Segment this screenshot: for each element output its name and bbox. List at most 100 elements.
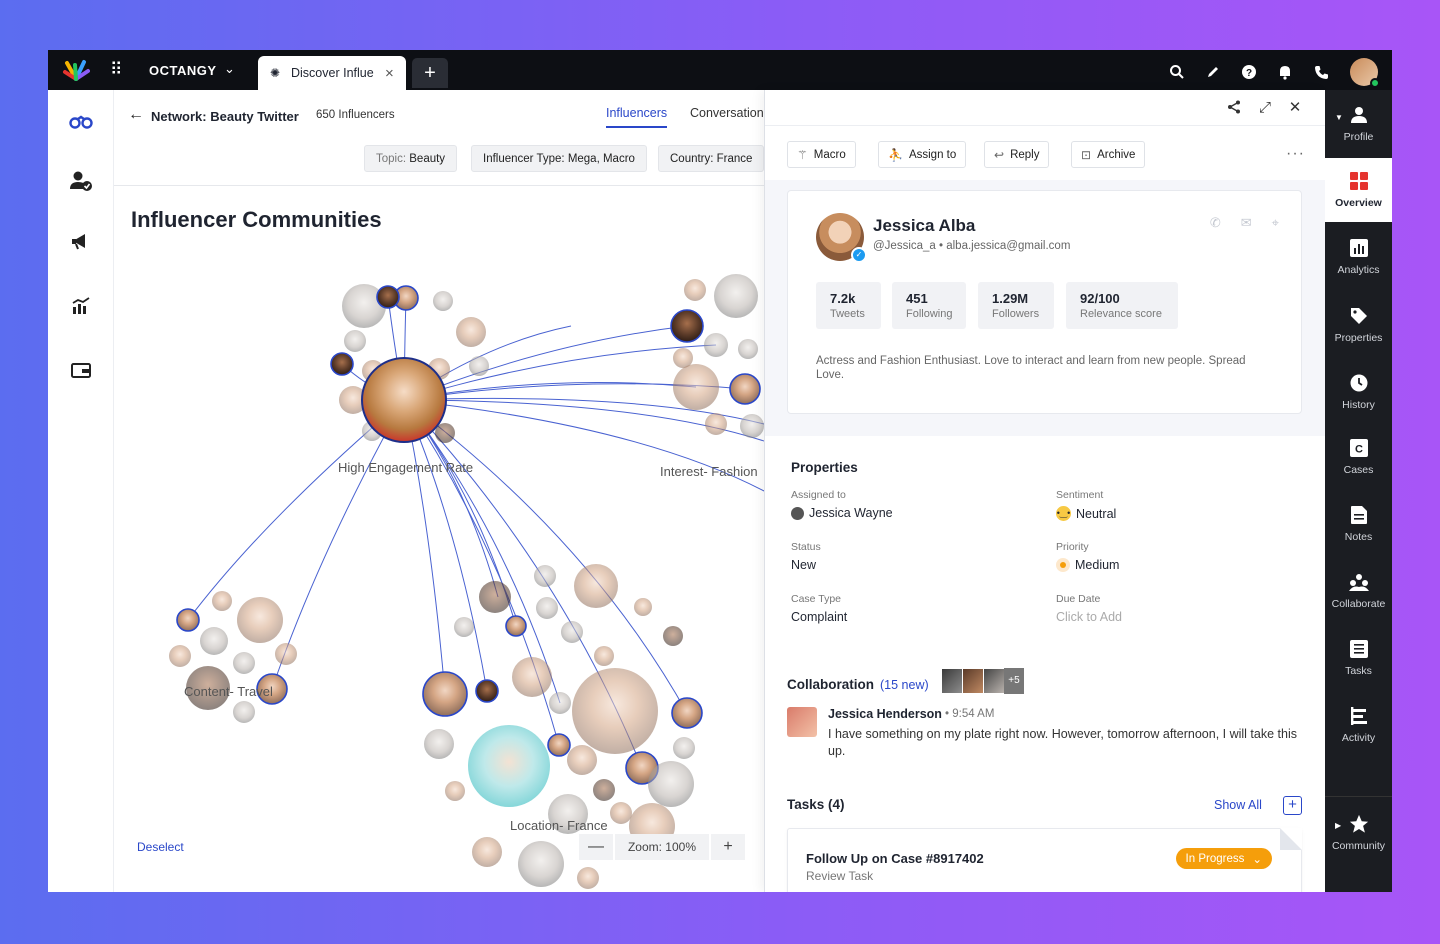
close-panel-icon[interactable]: ✕	[1286, 98, 1304, 116]
selected-influencer-node[interactable]	[361, 357, 447, 443]
influencer-node[interactable]	[468, 725, 550, 807]
influencer-node[interactable]	[200, 627, 228, 655]
add-task-button[interactable]: +	[1283, 796, 1302, 815]
profile-avatar[interactable]: ✓	[816, 213, 867, 263]
new-tab-button[interactable]: +	[412, 58, 448, 88]
influencer-node[interactable]	[505, 615, 527, 637]
archive-button[interactable]: ⊡ Archive	[1071, 141, 1146, 168]
influencer-node[interactable]	[534, 565, 556, 587]
prop-priority[interactable]: Priority Medium	[1056, 541, 1119, 572]
influencer-node[interactable]	[330, 352, 354, 376]
rail-analytics[interactable]: Analytics	[1325, 225, 1392, 289]
app-logo[interactable]	[62, 59, 90, 81]
prop-status[interactable]: Status New	[791, 541, 821, 572]
rail-activity[interactable]: Activity	[1325, 693, 1392, 757]
influencer-node[interactable]	[663, 626, 683, 646]
influencer-node[interactable]	[547, 733, 571, 757]
influencer-node[interactable]	[684, 279, 706, 301]
rail-history[interactable]: History	[1325, 360, 1392, 424]
influencer-node[interactable]	[549, 692, 571, 714]
influencer-node[interactable]	[673, 364, 719, 410]
chevron-down-icon[interactable]: ⌄	[224, 61, 235, 77]
reply-button[interactable]: ↩ Reply	[984, 141, 1050, 168]
rail-overview[interactable]: Overview	[1325, 158, 1392, 222]
due-date-value[interactable]: Click to Add	[1056, 610, 1122, 624]
macro-button[interactable]: ⚚ Macro	[787, 141, 856, 168]
filter-country[interactable]: Country: France	[658, 145, 764, 172]
influencer-node[interactable]	[376, 285, 400, 309]
influencer-node[interactable]	[176, 608, 200, 632]
task-card[interactable]: Follow Up on Case #8917402 Review Task I…	[787, 828, 1302, 892]
search-icon[interactable]	[1166, 61, 1188, 83]
influencer-node[interactable]	[593, 779, 615, 801]
task-status-dropdown[interactable]: In Progress ⌄	[1175, 848, 1272, 869]
influencer-node[interactable]	[561, 621, 583, 643]
phone-icon[interactable]	[1310, 61, 1332, 83]
influencer-node[interactable]	[671, 697, 703, 729]
influencer-node[interactable]	[594, 646, 614, 666]
influencer-node[interactable]	[572, 668, 658, 754]
influencer-node[interactable]	[704, 333, 728, 357]
apps-grid-icon[interactable]: ⠿	[110, 61, 122, 79]
influencer-node[interactable]	[445, 781, 465, 801]
influencer-node[interactable]	[475, 679, 499, 703]
influencer-node[interactable]	[670, 309, 704, 343]
prop-sentiment[interactable]: Sentiment •‿• Neutral	[1056, 489, 1116, 521]
zoom-out-button[interactable]: —	[579, 834, 613, 860]
influencer-node[interactable]	[424, 729, 454, 759]
rail-properties[interactable]: Properties	[1325, 293, 1392, 357]
expand-icon[interactable]: ⤢	[1256, 98, 1274, 116]
location-icon[interactable]: ⌖	[1272, 215, 1279, 231]
influencer-node[interactable]	[634, 598, 652, 616]
wallet-icon[interactable]	[68, 357, 94, 383]
megaphone-icon[interactable]	[68, 228, 94, 254]
tab-discover-influencers[interactable]: ✺ Discover Influe ×	[258, 56, 406, 90]
influencer-node[interactable]	[233, 701, 255, 723]
influencer-node[interactable]	[212, 591, 232, 611]
influencer-node[interactable]	[275, 643, 297, 665]
rail-collaborate[interactable]: Collaborate	[1325, 559, 1392, 623]
deselect-link[interactable]: Deselect	[137, 840, 184, 854]
assign-to-button[interactable]: ⛹ Assign to	[878, 141, 967, 168]
brand-name[interactable]: OCTANGY	[149, 63, 217, 78]
influencer-node[interactable]	[738, 339, 758, 359]
binoculars-icon[interactable]	[68, 108, 94, 134]
rail-tasks[interactable]: Tasks	[1325, 626, 1392, 690]
influencer-node[interactable]	[740, 414, 764, 438]
influencer-node[interactable]	[233, 652, 255, 674]
influencer-node[interactable]	[472, 837, 502, 867]
zoom-in-button[interactable]: +	[711, 834, 745, 860]
influencer-node[interactable]	[422, 671, 468, 717]
rail-notes[interactable]: Notes	[1325, 492, 1392, 556]
influencer-node[interactable]	[673, 737, 695, 759]
influencer-node[interactable]	[729, 373, 761, 405]
call-icon[interactable]: ✆	[1210, 215, 1221, 231]
influencer-node[interactable]	[567, 745, 597, 775]
help-icon[interactable]: ?	[1238, 61, 1260, 83]
influencer-node[interactable]	[610, 802, 632, 824]
influencer-node[interactable]	[469, 356, 489, 376]
influencer-node[interactable]	[512, 657, 552, 697]
user-avatar[interactable]	[1350, 58, 1380, 88]
tab-influencers[interactable]: Influencers	[606, 106, 668, 128]
mail-icon[interactable]: ✉	[1241, 215, 1252, 231]
collaborator-avatars[interactable]: +5	[941, 668, 1024, 694]
filter-influencer-type[interactable]: Influencer Type: Mega, Macro	[471, 145, 647, 172]
back-arrow-icon[interactable]: ←	[128, 106, 144, 124]
influencer-node[interactable]	[454, 617, 474, 637]
show-all-link[interactable]: Show All	[1214, 798, 1262, 812]
influencer-node[interactable]	[648, 761, 694, 807]
influencer-node[interactable]	[456, 317, 486, 347]
chart-icon[interactable]	[68, 293, 94, 319]
prop-case-type[interactable]: Case Type Complaint	[791, 593, 847, 624]
influencer-node[interactable]	[714, 274, 758, 318]
tab-conversation[interactable]: Conversation	[690, 106, 764, 126]
edit-icon[interactable]	[1202, 61, 1224, 83]
influencer-node[interactable]	[344, 330, 366, 352]
user-check-icon[interactable]	[68, 168, 94, 194]
share-icon[interactable]	[1225, 98, 1243, 116]
rail-community[interactable]: ▶ Community	[1325, 802, 1392, 864]
filter-topic[interactable]: Topic: Beauty	[364, 145, 458, 172]
bell-icon[interactable]	[1274, 61, 1296, 83]
rail-profile[interactable]: ▼ Profile	[1325, 92, 1392, 156]
